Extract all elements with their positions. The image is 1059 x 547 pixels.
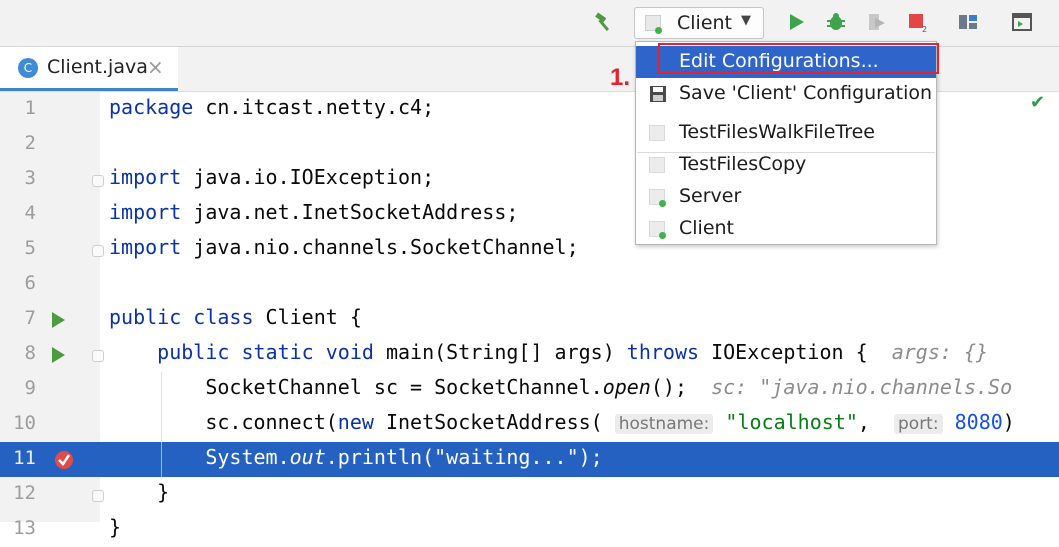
code-line[interactable]: 10 sc.connect(new InetSocketAddress( hos… (0, 407, 1059, 442)
stop-icon[interactable]: 2 (905, 10, 929, 34)
application-config-icon (649, 157, 665, 173)
menu-item-label: TestFilesWalkFileTree (679, 121, 875, 143)
line-number: 4 (24, 202, 36, 224)
line-number: 9 (24, 377, 36, 399)
line-number: 7 (24, 307, 36, 329)
menu-item-server[interactable]: Server (636, 181, 936, 213)
line-number: 12 (13, 482, 36, 504)
line-number: 8 (24, 342, 36, 364)
code-text: public class Client { (109, 305, 362, 329)
debug-icon[interactable] (824, 10, 848, 34)
menu-item-label: Server (679, 185, 742, 207)
tab-label: Client.java (47, 56, 148, 78)
code-text: System.out.println("waiting..."); (109, 445, 603, 469)
run-configuration-selector[interactable]: Client ▼ (634, 7, 764, 39)
breakpoint-icon[interactable] (53, 449, 75, 475)
inspection-ok-icon: ✔ (1030, 92, 1046, 113)
tab-client-java[interactable]: C Client.java × (0, 47, 178, 91)
project-structure-icon[interactable] (956, 10, 980, 34)
fold-icon[interactable] (92, 490, 104, 502)
run-gutter-icon[interactable] (52, 312, 65, 328)
line-number: 6 (24, 272, 36, 294)
menu-item-client[interactable]: Client (636, 213, 936, 245)
line-number: 1 (24, 97, 36, 119)
run-configuration-icon (645, 15, 662, 34)
highlight-box (658, 43, 939, 74)
code-line[interactable]: 12 } (0, 477, 1059, 512)
menu-item-testfileswalkfiletree[interactable]: TestFilesWalkFileTree (636, 117, 936, 149)
java-class-icon: C (18, 58, 38, 78)
fold-icon[interactable] (92, 175, 104, 187)
code-text: import java.nio.channels.SocketChannel; (109, 235, 579, 259)
run-configuration-label: Client (677, 12, 733, 34)
svg-text:2: 2 (922, 25, 927, 33)
code-line[interactable]: 9 SocketChannel sc = SocketChannel.open(… (0, 372, 1059, 407)
menu-item-label: Save 'Client' Configuration (679, 82, 933, 104)
chevron-down-icon: ▼ (741, 13, 751, 28)
code-line-highlighted[interactable]: 11 System.out.println("waiting..."); (0, 442, 1059, 477)
application-config-icon (649, 221, 666, 239)
fold-icon[interactable] (92, 350, 104, 362)
menu-item-label: Client (679, 217, 735, 239)
code-text: import java.io.IOException; (109, 165, 435, 189)
run-icon[interactable] (784, 10, 808, 34)
code-text: } (109, 515, 122, 539)
line-number: 2 (24, 132, 36, 154)
menu-item-label: TestFilesCopy (679, 153, 807, 175)
menu-item-save-configuration[interactable]: Save 'Client' Configuration (636, 78, 936, 110)
code-line[interactable]: 6 (0, 267, 1059, 302)
line-number: 13 (13, 517, 36, 539)
line-number: 11 (13, 447, 36, 469)
close-icon[interactable]: × (147, 55, 164, 79)
line-number: 10 (13, 412, 36, 434)
build-hammer-icon[interactable] (592, 10, 616, 34)
save-icon (649, 85, 667, 107)
code-line[interactable]: 7 public class Client { (0, 302, 1059, 337)
code-line[interactable]: 13 } (0, 512, 1059, 547)
coverage-icon[interactable] (864, 10, 888, 34)
application-config-icon (649, 125, 665, 141)
application-config-icon (649, 189, 666, 207)
code-text: SocketChannel sc = SocketChannel.open();… (109, 375, 1013, 399)
line-number: 5 (24, 237, 36, 259)
main-toolbar: Client ▼ 2 (0, 0, 1059, 47)
step-marker: 1. (610, 64, 631, 91)
terminal-icon[interactable] (1010, 10, 1034, 34)
code-text: sc.connect(new InetSocketAddress( hostna… (109, 410, 1015, 434)
fold-icon[interactable] (92, 245, 104, 257)
code-text: import java.net.InetSocketAddress; (109, 200, 519, 224)
code-text: package cn.itcast.netty.c4; (109, 95, 435, 119)
code-line[interactable]: 8 public static void main(String[] args)… (0, 337, 1059, 372)
menu-item-testfilescopy[interactable]: TestFilesCopy (636, 149, 936, 181)
line-number: 3 (24, 167, 36, 189)
code-text: } (109, 480, 170, 504)
run-gutter-icon[interactable] (52, 347, 65, 363)
code-text: public static void main(String[] args) t… (157, 340, 989, 364)
